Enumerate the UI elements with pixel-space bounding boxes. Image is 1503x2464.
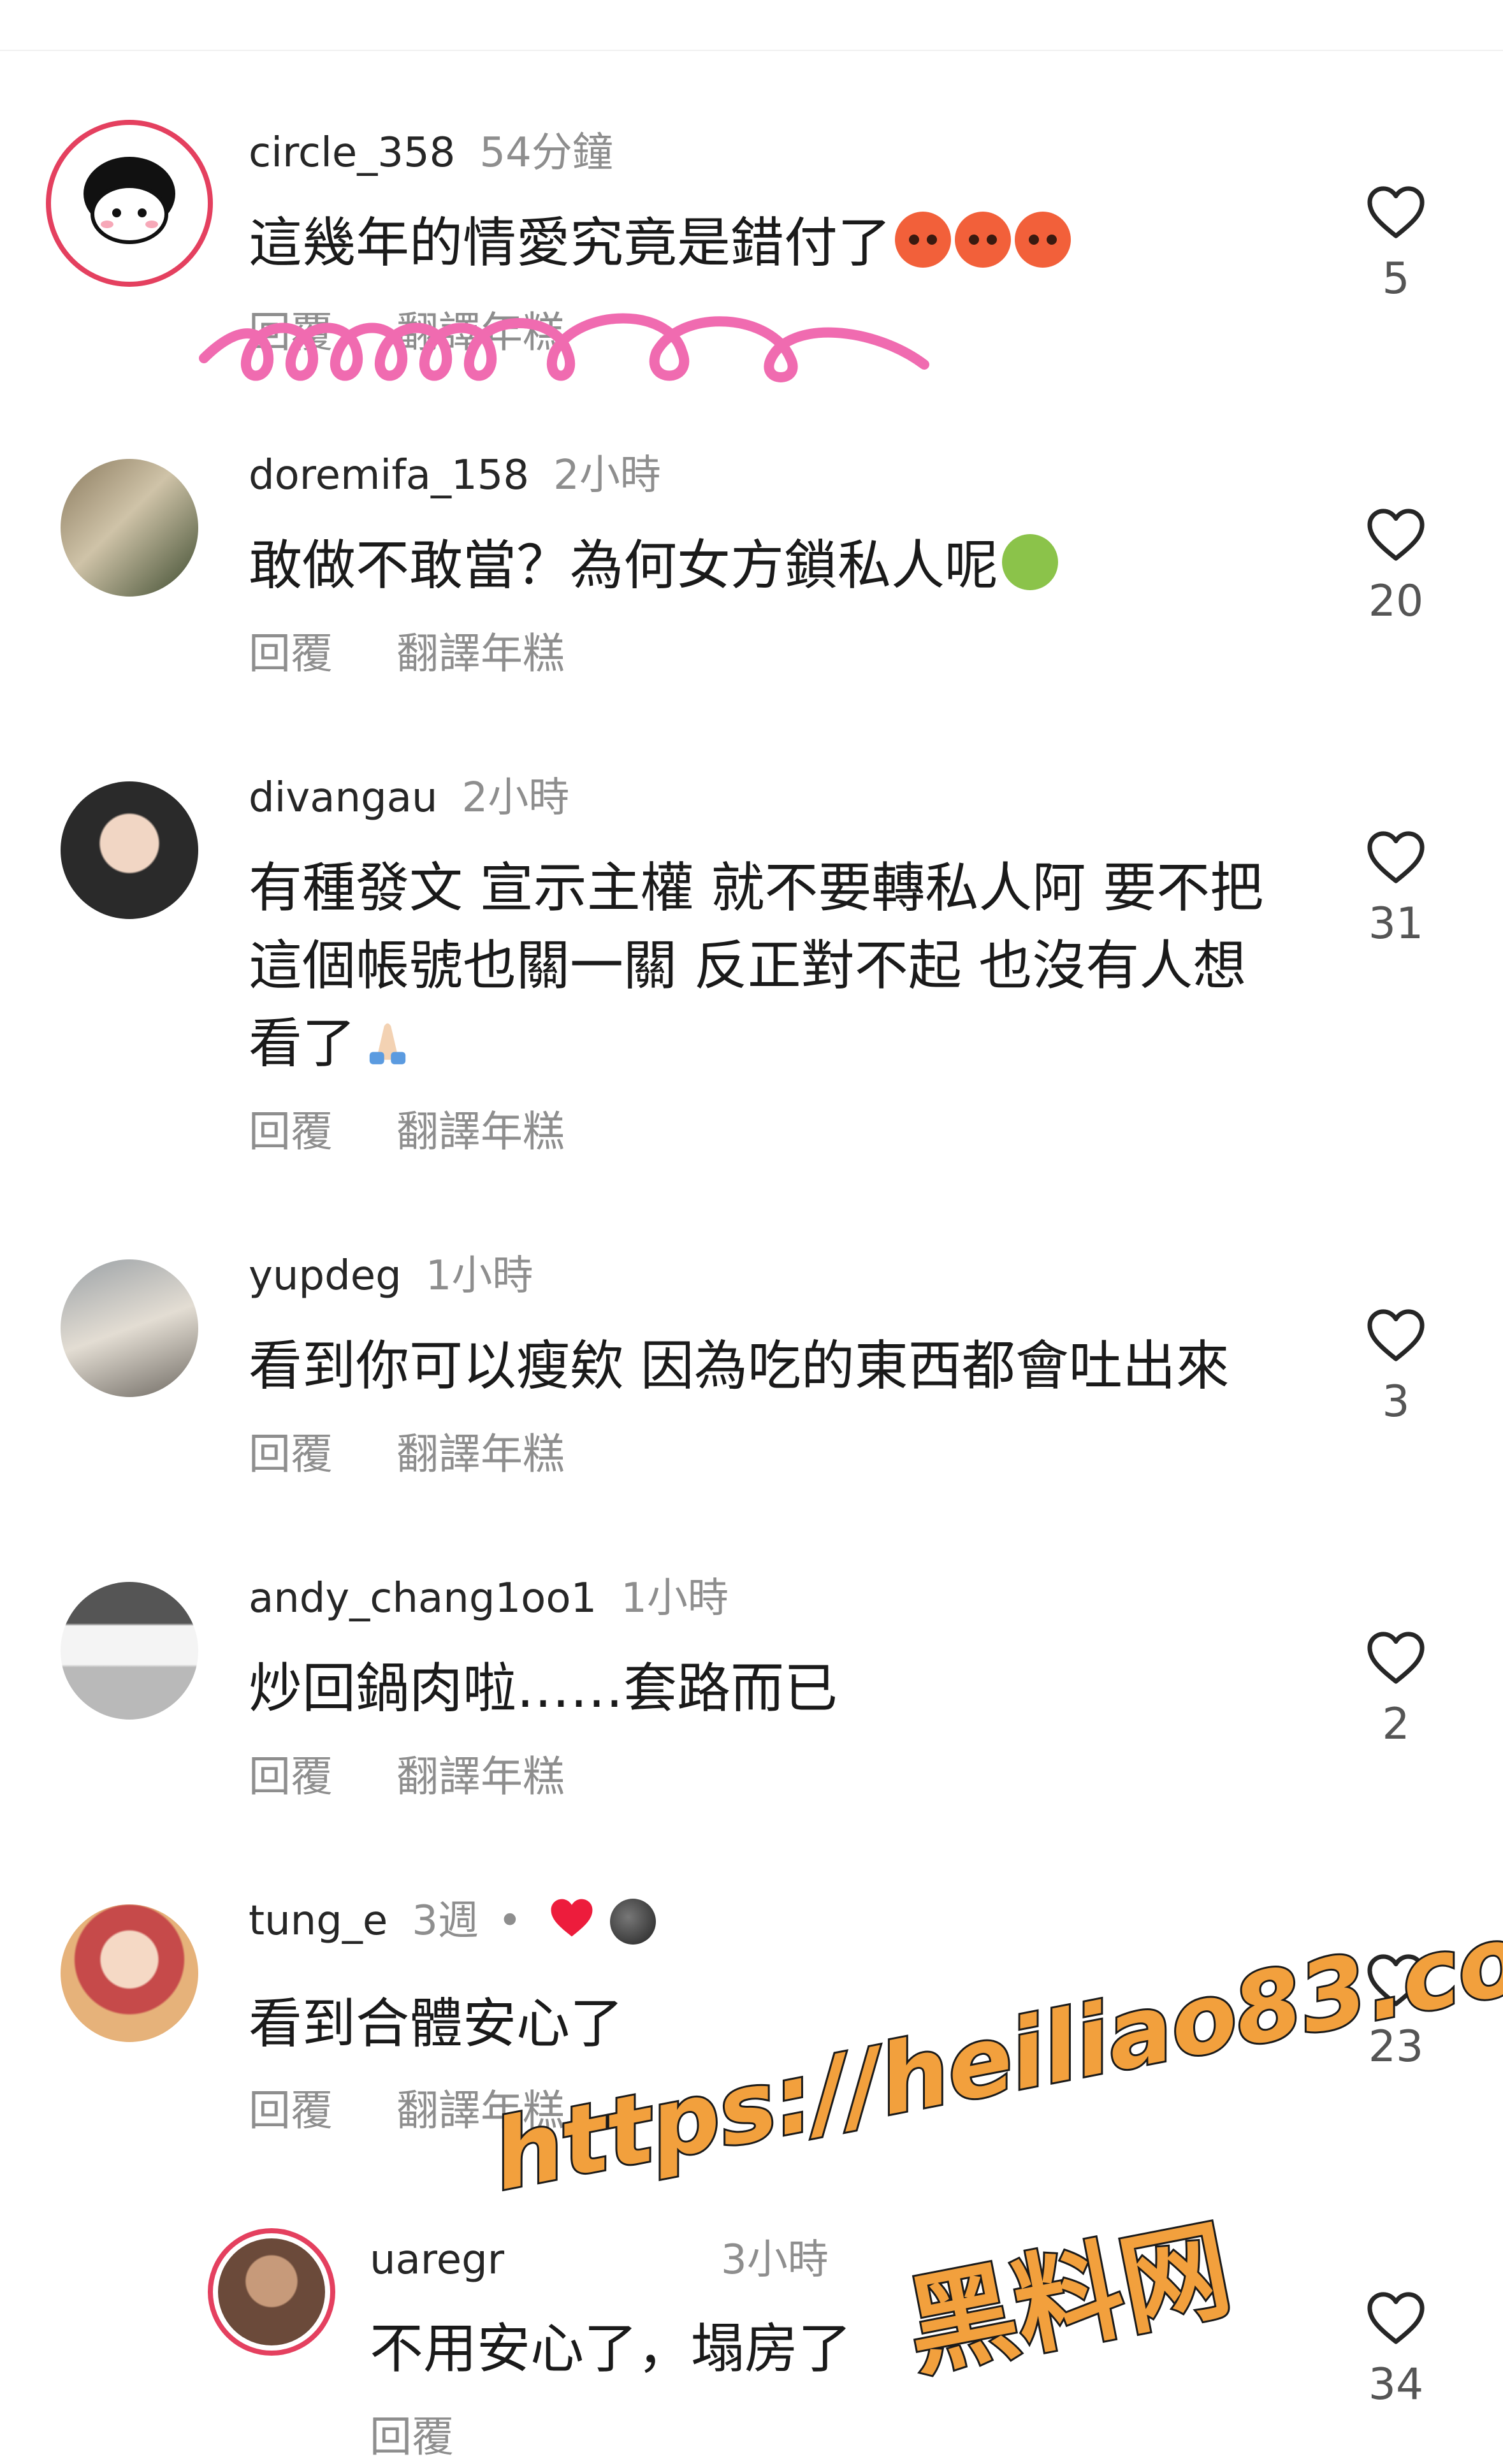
cartoon-avatar-icon: [84, 157, 175, 244]
timestamp: 1小時: [425, 1252, 534, 1300]
comment-text: 這幾年的情愛究竟是錯付了: [249, 204, 1268, 282]
comment-actions: 回覆: [370, 2403, 454, 2464]
heart-outline-icon: [1367, 186, 1425, 238]
folded-hands-icon: [369, 1023, 406, 1064]
separator-dot: •: [497, 1897, 522, 1945]
like-button[interactable]: 20: [1364, 507, 1428, 627]
heart-outline-icon: [1367, 831, 1425, 883]
timestamp: 1小時: [621, 1575, 729, 1622]
username[interactable]: circle_358: [249, 129, 455, 177]
heart-outline-icon: [1367, 1309, 1425, 1361]
like-count: 5: [1382, 254, 1410, 304]
reply-button[interactable]: 回覆: [249, 629, 333, 678]
timestamp: 3小時: [721, 2236, 829, 2284]
translate-button[interactable]: 翻譯年糕: [396, 1430, 565, 1479]
avatar[interactable]: [208, 2228, 335, 2356]
angry-face-icon: [895, 212, 952, 268]
reply-button[interactable]: 回覆: [249, 2086, 333, 2135]
avatar[interactable]: [61, 781, 198, 919]
comment-text: 有種發文 宣示主權 就不要轉私人阿 要不把這個帳號也關一關 反正對不起 也沒有人…: [249, 857, 1264, 1075]
like-button[interactable]: 34: [1364, 2291, 1428, 2410]
avatar[interactable]: [61, 1259, 198, 1397]
like-button[interactable]: 5: [1364, 185, 1428, 304]
comment-text: 炒回鍋肉啦……套路而已: [249, 1657, 838, 1720]
comment-meta: divangau 2小時: [249, 772, 569, 823]
like-count: 2: [1382, 1699, 1410, 1750]
comment-actions: 回覆 翻譯年糕: [249, 1098, 565, 1159]
comment-text: 看到你可以瘦欸 因為吃的東西都會吐出來: [249, 1335, 1230, 1397]
creator-liked-heart-icon: [551, 1899, 593, 1937]
username[interactable]: yupdeg: [249, 1252, 402, 1300]
like-count: 3: [1382, 1377, 1410, 1427]
timestamp: 54分鐘: [479, 129, 613, 177]
reply-button[interactable]: 回覆: [249, 1752, 333, 1801]
comment-actions: 回覆 翻譯年糕: [249, 1743, 565, 1804]
heart-outline-icon: [1367, 1632, 1425, 1684]
angry-face-icon: [1015, 212, 1071, 268]
creator-avatar: [609, 1899, 656, 1945]
pink-squiggle-icon: [199, 313, 929, 382]
username[interactable]: doremifa_158: [249, 452, 529, 499]
angry-face-icon: [955, 212, 1012, 268]
comment-actions: 回覆 翻譯年糕: [249, 1420, 565, 1481]
avatar[interactable]: [61, 1582, 198, 1720]
heart-outline-icon: [1367, 509, 1425, 561]
nauseated-face-icon: [1002, 534, 1059, 590]
translate-button[interactable]: 翻譯年糕: [396, 629, 565, 678]
comment-actions: 回覆 翻譯年糕: [249, 620, 565, 681]
avatar[interactable]: [46, 120, 213, 287]
translate-button[interactable]: 翻譯年糕: [396, 1107, 565, 1156]
timestamp: 2小時: [461, 774, 570, 822]
reply-button[interactable]: 回覆: [249, 1430, 333, 1479]
comment-meta: yupdeg 1小時: [249, 1250, 533, 1301]
comment-meta: doremifa_158 2小時: [249, 450, 661, 501]
translate-button[interactable]: 翻譯年糕: [396, 1752, 565, 1801]
like-count: 20: [1368, 576, 1424, 627]
reply-button[interactable]: 回覆: [370, 2412, 454, 2461]
username[interactable]: tung_e: [249, 1897, 388, 1945]
username[interactable]: uaregr: [370, 2236, 504, 2284]
comment-meta: andy_chang1oo1 1小時: [249, 1573, 729, 1624]
heart-outline-icon: [1367, 2292, 1425, 2344]
like-button[interactable]: 2: [1364, 1630, 1428, 1750]
avatar[interactable]: [61, 1904, 198, 2042]
like-button[interactable]: 3: [1364, 1308, 1428, 1427]
like-count: 31: [1368, 899, 1424, 949]
like-button[interactable]: 31: [1364, 830, 1428, 949]
username[interactable]: andy_chang1oo1: [249, 1575, 597, 1622]
comment-meta: uaregr 3小時: [370, 2235, 829, 2286]
comment-meta: tung_e 3週 •: [249, 1895, 656, 1946]
top-divider: [0, 50, 1503, 51]
comment-meta: circle_358 54分鐘: [249, 127, 613, 178]
timestamp: 3週: [412, 1897, 479, 1945]
like-count: 34: [1368, 2359, 1424, 2410]
username[interactable]: divangau: [249, 774, 437, 822]
reply-button[interactable]: 回覆: [249, 1107, 333, 1156]
comment-text: 敢做不敢當？為何女方鎖私人呢: [249, 526, 1268, 604]
avatar[interactable]: [61, 459, 198, 597]
timestamp: 2小時: [553, 452, 661, 499]
